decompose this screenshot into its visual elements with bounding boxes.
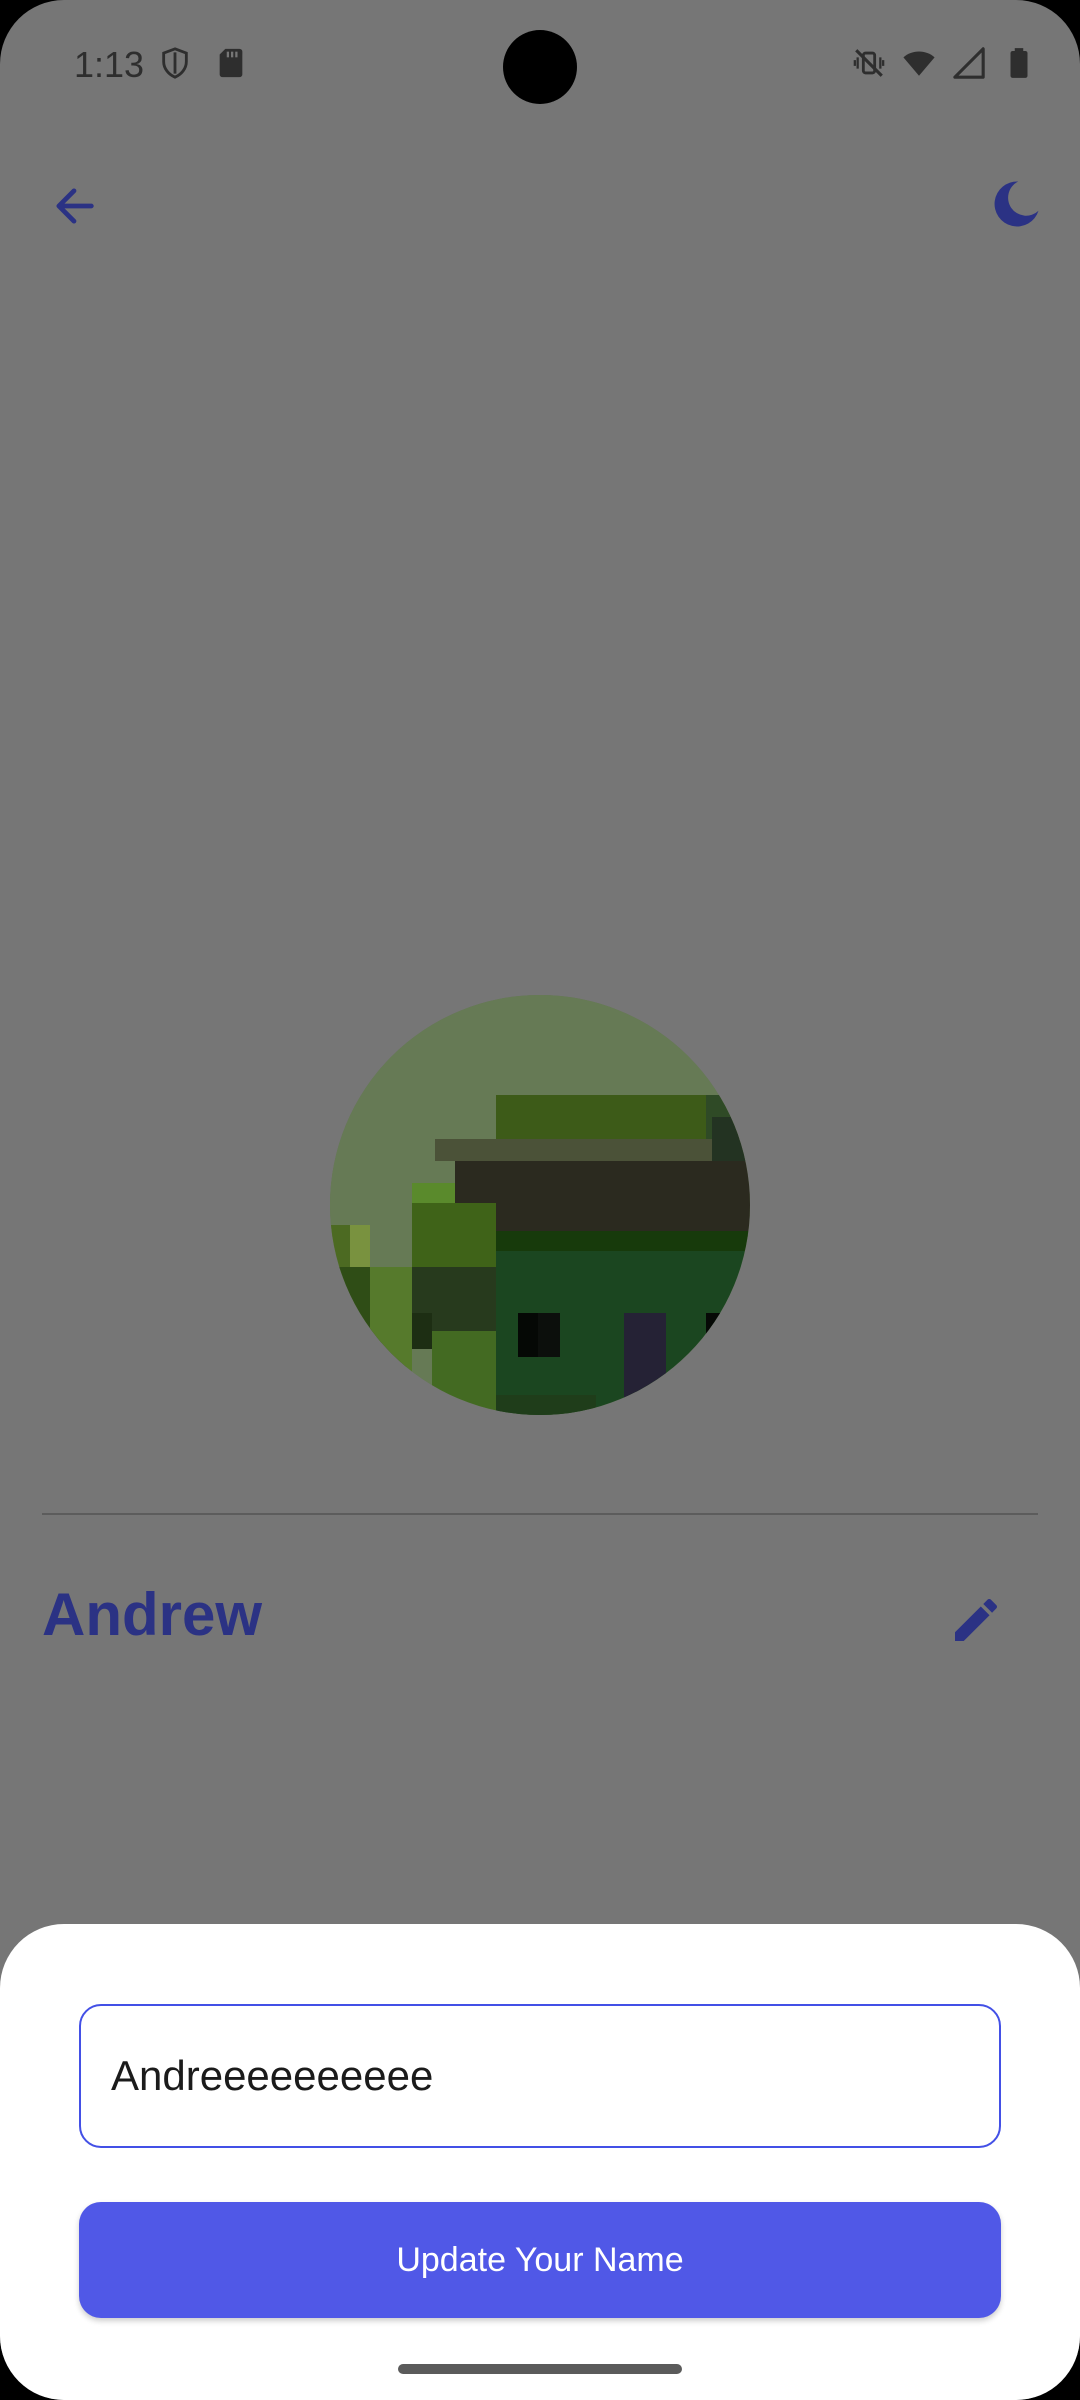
status-time: 1:13 bbox=[74, 44, 145, 85]
sd-card-icon bbox=[214, 46, 248, 80]
back-button[interactable] bbox=[46, 178, 102, 234]
app-screen: 1:13 Andrew Andreeeeeeeeee Update Your N… bbox=[0, 0, 1080, 2400]
wifi-icon bbox=[902, 46, 936, 80]
bottom-sheet: Update Your Name bbox=[0, 1924, 1080, 2400]
update-name-button[interactable]: Update Your Name bbox=[79, 2202, 1001, 2318]
signal-icon bbox=[952, 46, 986, 80]
profile-avatar[interactable] bbox=[330, 995, 750, 1415]
status-right-icons bbox=[852, 46, 1036, 80]
camera-cutout bbox=[503, 30, 577, 104]
shield-icon bbox=[158, 46, 192, 80]
battery-icon bbox=[1002, 46, 1036, 80]
pencil-icon bbox=[955, 1598, 998, 1641]
theme-toggle-button[interactable] bbox=[988, 176, 1044, 232]
profile-name: Andrew bbox=[42, 1581, 263, 1648]
name-input[interactable] bbox=[79, 2004, 1001, 2148]
status-left-icons bbox=[158, 46, 248, 80]
avatar-image bbox=[330, 995, 750, 1415]
moon-icon bbox=[994, 181, 1039, 227]
arrow-back-icon bbox=[56, 188, 94, 224]
vibrate-off-icon bbox=[852, 46, 886, 80]
edit-name-button[interactable] bbox=[946, 1590, 1006, 1650]
divider bbox=[42, 1513, 1038, 1515]
home-indicator[interactable] bbox=[398, 2364, 682, 2374]
